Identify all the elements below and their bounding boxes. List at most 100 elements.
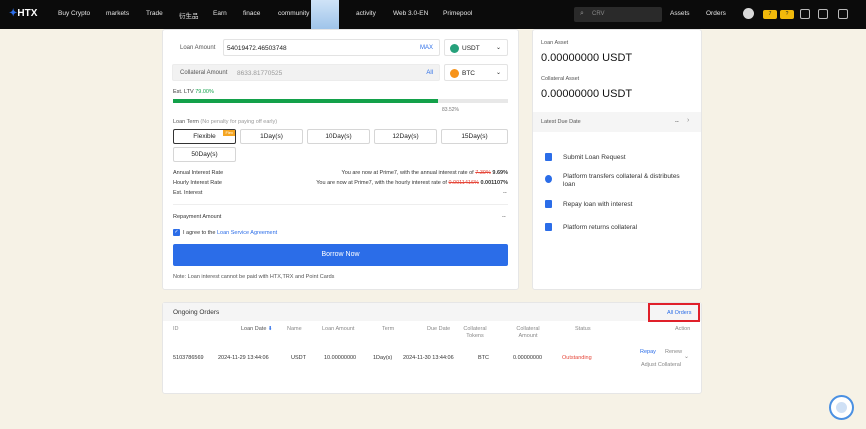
due-date-row[interactable]: Latest Due Date -- › [533, 112, 701, 132]
term-10day[interactable]: 10Day(s) [307, 129, 370, 144]
top-nav: ✦HTX Buy Crypto markets Trade 衍生品 Earn f… [0, 0, 866, 29]
flex-tag: Flex [223, 130, 235, 136]
loan-note: Note: Loan interest cannot be paid with … [173, 274, 335, 280]
term-12day[interactable]: 12Day(s) [374, 129, 437, 144]
gift-badge[interactable]: 7 [763, 10, 777, 19]
orders-header [163, 303, 701, 321]
repayment-label: Repayment Amount [173, 214, 222, 220]
chevron-down-icon[interactable]: ⌄ [684, 353, 689, 360]
order-due-date: 2024-11-30 13:44:06 [403, 355, 454, 361]
document-icon [545, 153, 552, 161]
nav-orders[interactable]: Orders [706, 10, 726, 17]
step-return: Platform returns collateral [563, 224, 638, 231]
nav-assets[interactable]: Assets [670, 10, 690, 17]
btc-icon [450, 69, 459, 78]
col-action: Action [675, 326, 691, 332]
agreement-link[interactable]: Loan Service Agreement [217, 230, 277, 236]
collateral-amount-label: Collateral Amount [180, 70, 228, 76]
nav-earn[interactable]: Earn [213, 10, 227, 17]
term-50day[interactable]: 50Day(s) [173, 147, 236, 162]
all-orders-link[interactable]: All Orders [667, 310, 691, 316]
annual-rate-label: Annual Interest Rate [173, 170, 224, 176]
collateral-amount-field[interactable]: Collateral Amount 8633.81770525 All [172, 64, 440, 81]
nav-buy-crypto[interactable]: Buy Crypto [58, 10, 90, 17]
term-1day[interactable]: 1Day(s) [240, 129, 303, 144]
orders-title: Ongoing Orders [173, 309, 220, 316]
hourly-rate-label: Hourly Interest Rate [173, 180, 222, 186]
annual-rate-text: You are now at Prime7, with the annual i… [341, 170, 508, 176]
return-icon [545, 223, 552, 231]
nav-primepool[interactable]: Primepool [443, 10, 472, 17]
chevron-right-icon: › [687, 117, 690, 124]
collateral-token-select[interactable]: BTC ⌄ [444, 64, 508, 81]
col-id: ID [173, 326, 179, 332]
loan-asset-label: Loan Asset [541, 40, 569, 46]
usdt-icon [450, 44, 459, 53]
order-name: USDT [291, 355, 306, 361]
order-collateral-token: BTC [478, 355, 489, 361]
repay-button[interactable]: Repay [640, 349, 656, 355]
search-icon: ⌕ [580, 10, 584, 17]
col-loan-amount: Loan Amount [322, 326, 355, 332]
loan-asset-value: 0.00000000 USDT [541, 52, 633, 64]
col-name: Name [287, 326, 302, 332]
term-15day[interactable]: 15Day(s) [441, 129, 508, 144]
app-icon[interactable] [818, 9, 828, 19]
due-date-label: Latest Due Date [541, 119, 581, 125]
notification-badge[interactable]: ? [780, 10, 794, 19]
col-loan-date[interactable]: Loan Date ⬇ [241, 326, 273, 332]
all-button[interactable]: All [426, 70, 433, 76]
nav-derivatives[interactable]: 衍生品 [179, 10, 199, 20]
step-repay: Repay loan with interest [563, 201, 633, 208]
order-collateral-amount: 0.00000000 [513, 355, 543, 361]
nav-web3[interactable]: Web 3.0-EN [393, 10, 428, 17]
mascot-image [311, 0, 339, 29]
collateral-asset-value: 0.00000000 USDT [541, 88, 633, 100]
term-flexible[interactable]: Flexible Flex [173, 129, 236, 144]
agree-checkbox[interactable]: ✓ [173, 229, 180, 236]
due-date-value: -- [675, 119, 679, 125]
search-box[interactable]: ⌕ CRV [574, 7, 662, 22]
nav-markets[interactable]: markets [106, 10, 129, 17]
agree-text: I agree to the Loan Service Agreement [183, 230, 278, 236]
ltv-progress-fill [173, 99, 438, 103]
nav-finance[interactable]: finace [243, 10, 260, 17]
renew-button[interactable]: Renew [665, 349, 682, 355]
collateral-asset-label: Collateral Asset [541, 76, 580, 82]
collateral-amount-input[interactable]: 8633.81770525 [237, 70, 282, 77]
chevron-down-icon: ⌄ [495, 45, 501, 51]
step-submit: Submit Loan Request [563, 154, 626, 161]
nav-community[interactable]: community [278, 10, 309, 17]
status-badge: Outstanding [562, 355, 592, 361]
support-chat-icon[interactable] [829, 395, 854, 420]
hourly-rate-text: You are now at Prime7, with the hourly i… [316, 180, 508, 186]
sort-down-icon: ⬇ [267, 326, 273, 332]
col-collateral-amount: Collateral Amount [516, 326, 540, 339]
ltv-marker: 83.52% [442, 107, 459, 113]
max-button[interactable]: MAX [420, 45, 433, 51]
nav-activity[interactable]: activity [356, 10, 376, 17]
order-id: 5103786569 [173, 355, 204, 361]
order-loan-date: 2024-11-29 13:44:06 [218, 355, 269, 361]
col-status: Status [575, 326, 591, 332]
borrow-now-button[interactable]: Borrow Now [173, 244, 508, 266]
est-interest-value: -- [503, 190, 507, 196]
htx-logo[interactable]: ✦HTX [9, 8, 37, 19]
order-loan-amount: 10.00000000 [324, 355, 357, 361]
ltv-progress-bar [173, 99, 508, 103]
settings-icon[interactable] [838, 9, 848, 19]
col-term: Term [382, 326, 395, 332]
search-input[interactable]: CRV [592, 11, 605, 17]
collateral-token-label: BTC [462, 70, 475, 77]
step-transfer: Platform transfers collateral & distribu… [563, 173, 680, 188]
chevron-down-icon: ⌄ [495, 70, 501, 76]
loan-term-label: Loan Term (No penalty for paying off ear… [173, 119, 278, 125]
download-icon[interactable] [800, 9, 810, 19]
avatar[interactable] [743, 8, 754, 19]
loan-token-select[interactable]: USDT ⌄ [444, 39, 508, 56]
loan-token-label: USDT [462, 45, 480, 52]
loan-amount-field[interactable]: 54019472.46503748 MAX [223, 39, 440, 56]
adjust-collateral-button[interactable]: Adjust Collateral [641, 362, 681, 368]
loan-amount-input[interactable]: 54019472.46503748 [227, 45, 287, 52]
nav-trade[interactable]: Trade [146, 10, 163, 17]
